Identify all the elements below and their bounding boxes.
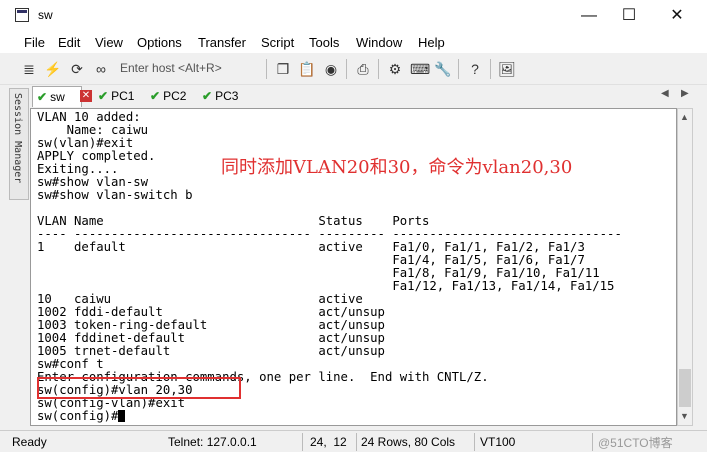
status-terminal-size: 24 Rows, 80 Cols — [361, 435, 456, 449]
tab-label: PC2 — [163, 89, 187, 103]
status-separator — [356, 433, 357, 451]
menu-view[interactable]: View — [95, 35, 123, 50]
menu-file[interactable]: File — [24, 35, 45, 50]
toolbar: ≣ ⚡ ⟳ ∞ Enter host <Alt+R> ❐ 📋 ◉ ⎙ ⚙ ⌨ 🔧… — [0, 54, 707, 85]
scroll-thumb[interactable] — [679, 369, 691, 407]
status-separator — [302, 433, 303, 451]
find-icon[interactable]: ◉ — [322, 60, 340, 78]
paste-icon[interactable]: 📋 — [298, 60, 316, 78]
menu-edit[interactable]: Edit — [58, 35, 80, 50]
session-manager-label: Session Manager — [12, 93, 23, 184]
host-input[interactable]: Enter host <Alt+R> — [120, 61, 222, 75]
toolbar-separator — [266, 59, 267, 79]
settings-icon[interactable]: ⚙ — [386, 60, 404, 78]
check-icon: ✔ — [98, 89, 109, 103]
annotation-text: 同时添加VLAN20和30，命令为vlan20,30 — [221, 157, 573, 178]
check-icon: ✔ — [202, 89, 213, 103]
terminal-scrollbar[interactable]: ▲ ▼ — [677, 108, 693, 426]
terminal-prompt-line: sw(config)# — [37, 409, 126, 423]
status-separator — [474, 433, 475, 451]
copy-icon[interactable]: ❐ — [274, 60, 292, 78]
check-icon: ✔ — [150, 89, 161, 103]
tab-pc1[interactable]: ✔ PC1 — [98, 86, 148, 106]
connect-icon[interactable]: ≣ — [20, 60, 38, 78]
close-tab-icon[interactable]: ✕ — [80, 90, 92, 102]
tab-pc2[interactable]: ✔ PC2 — [150, 86, 200, 106]
menu-window[interactable]: Window — [356, 35, 402, 50]
toolbar-separator — [378, 59, 379, 79]
window-title: sw — [38, 8, 53, 22]
text-cursor — [118, 410, 126, 422]
scroll-up-icon[interactable]: ▲ — [680, 112, 689, 122]
status-connection: Telnet: 127.0.0.1 — [168, 435, 257, 449]
toolbar-separator — [490, 59, 491, 79]
tab-label: PC3 — [215, 89, 239, 103]
terminal-prompt: sw(config)# — [37, 409, 119, 423]
tab-label: PC1 — [111, 89, 135, 103]
sftp-icon[interactable]: 🔧 — [434, 60, 452, 78]
keymap-icon[interactable]: ⌨ — [410, 60, 430, 78]
terminal-screen[interactable]: VLAN 10 added: Name: caiwu sw(vlan)#exit… — [30, 108, 677, 426]
highlight-box — [37, 377, 241, 399]
reconnect-icon[interactable]: ⟳ — [68, 60, 86, 78]
title-bar: sw — ☐ ✕ — [0, 0, 707, 31]
disconnect-icon[interactable]: ∞ — [92, 60, 110, 78]
scroll-down-icon[interactable]: ▼ — [680, 411, 689, 421]
tab-scroll-right-icon[interactable]: ▶ — [681, 88, 689, 99]
menu-help[interactable]: Help — [418, 35, 445, 50]
background-strip — [0, 452, 707, 459]
status-emulation: VT100 — [480, 435, 516, 449]
status-cursor-position: 24, 12 — [310, 435, 347, 449]
menu-bar: File Edit View Options Transfer Script T… — [0, 31, 707, 53]
maximize-button[interactable]: ☐ — [606, 0, 652, 31]
menu-tools[interactable]: Tools — [309, 35, 339, 50]
terminal-line: sw#show vlan-switch b — [37, 188, 193, 202]
status-ready: Ready — [12, 435, 47, 449]
tab-sw[interactable]: ✔ sw — [32, 86, 82, 107]
watermark-text: @51CTO博客 — [598, 436, 673, 450]
tab-label: sw — [50, 90, 65, 104]
tab-scroll-left-icon[interactable]: ◀ — [661, 88, 669, 99]
status-bar: Ready Telnet: 127.0.0.1 24, 12 24 Rows, … — [0, 430, 707, 453]
app-icon — [15, 8, 29, 22]
print-icon[interactable]: ⎙ — [354, 60, 372, 78]
menu-transfer[interactable]: Transfer — [198, 35, 246, 50]
session-manager-sidebar[interactable]: Session Manager — [9, 88, 29, 200]
status-separator — [592, 433, 593, 451]
tab-bar: ✔ sw ✔ PC1 ✔ PC2 ✔ PC3 ◀ ▶ — [30, 85, 707, 107]
check-icon: ✔ — [37, 90, 48, 104]
menu-script[interactable]: Script — [261, 35, 294, 50]
help-icon[interactable]: ? — [466, 60, 484, 78]
toolbar-separator — [346, 59, 347, 79]
script-icon[interactable]: 🖼 — [498, 60, 516, 78]
close-button[interactable]: ✕ — [654, 0, 700, 31]
tab-pc3[interactable]: ✔ PC3 — [202, 86, 252, 106]
quick-connect-icon[interactable]: ⚡ — [44, 60, 62, 78]
toolbar-separator — [458, 59, 459, 79]
menu-options[interactable]: Options — [137, 35, 182, 50]
